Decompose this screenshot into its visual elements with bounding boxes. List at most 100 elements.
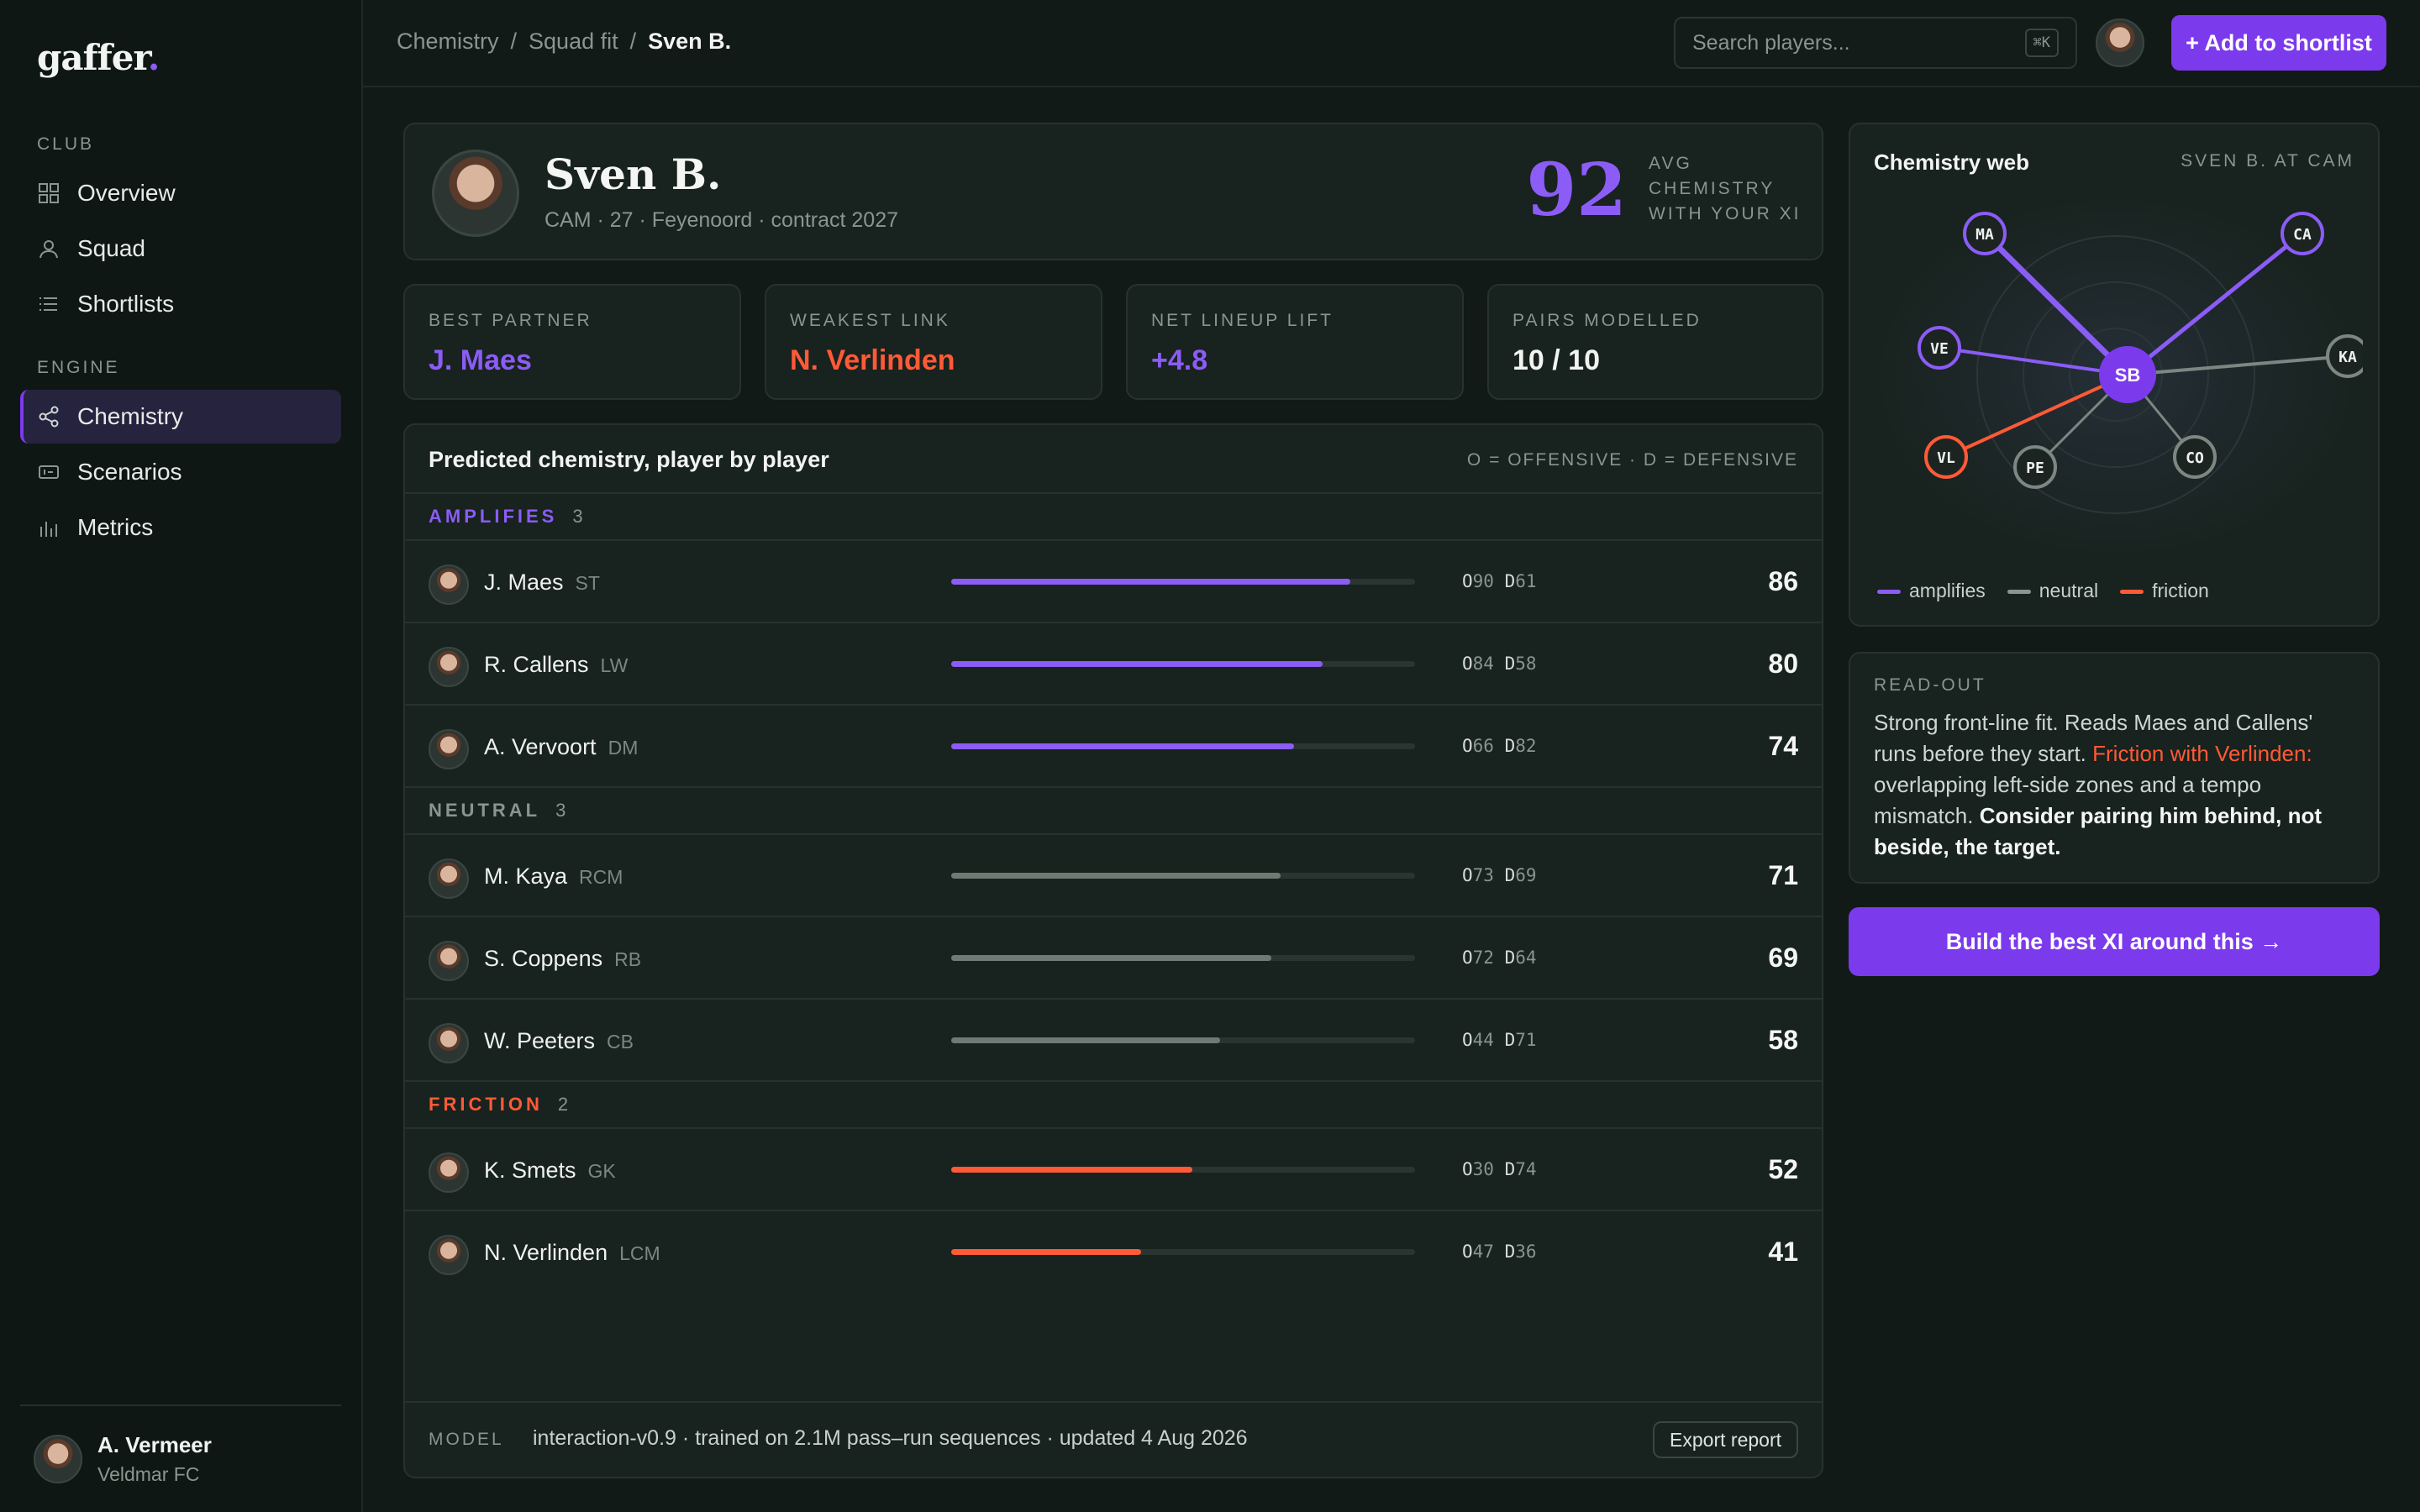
web-node-ka[interactable]: KA [2326, 334, 2363, 378]
table-row[interactable]: J. Maes ST O90 D61 86 [405, 539, 1822, 622]
web-node-ma[interactable]: MA [1963, 212, 2007, 255]
stat-value: J. Maes [429, 344, 532, 376]
avg-chemistry-label: AVG CHEMISTRY WITH YOUR XI [1649, 154, 1802, 223]
avatar[interactable] [2096, 18, 2144, 67]
web-node-pe[interactable]: PE [2013, 445, 2057, 489]
chemistry-bar [951, 743, 1415, 749]
nav-item-overview[interactable]: Overview [20, 166, 341, 220]
model-label: MODEL [429, 1430, 504, 1449]
avatar [34, 1435, 82, 1483]
stat-value: 10 / 10 [1512, 344, 1600, 376]
stat-best-partner: BEST PARTNER J. Maes [403, 284, 741, 400]
model-footer: MODEL interaction-v0.9 · trained on 2.1M… [405, 1401, 1822, 1477]
player-position: LW [600, 654, 629, 676]
nav-label: Overview [77, 180, 176, 206]
web-node-label: KA [2338, 349, 2357, 366]
legend-friction: friction [2120, 580, 2209, 602]
web-node-ve[interactable]: VE [1918, 326, 1961, 370]
table-row[interactable]: A. Vervoort DM O66 D82 74 [405, 704, 1822, 786]
stat-value: +4.8 [1151, 344, 1208, 376]
offensive-defensive-split: O44 D71 [1462, 1030, 1537, 1050]
readout-label: READ-OUT [1874, 675, 1986, 695]
avg-chemistry-score: 92 [1526, 148, 1627, 233]
chemistry-score: 41 [1768, 1236, 1798, 1267]
web-node-center[interactable]: SB [2099, 346, 2156, 403]
stat-label: NET LINEUP LIFT [1151, 311, 1334, 330]
nav-item-squad[interactable]: Squad [20, 222, 341, 276]
breadcrumb-chemistry[interactable]: Chemistry [397, 29, 499, 55]
group-header-amplifies: AMPLIFIES 3 [405, 492, 1822, 539]
group-header-neutral: NEUTRAL 3 [405, 786, 1822, 833]
nav-label: Shortlists [77, 291, 175, 317]
chemistry-bar-fill [951, 1249, 1142, 1255]
avatar [429, 647, 469, 687]
chemistry-score: 71 [1768, 860, 1798, 890]
nav-item-shortlists[interactable]: Shortlists [20, 277, 341, 331]
offensive-defensive-split: O84 D58 [1462, 654, 1537, 674]
chemistry-score: 80 [1768, 648, 1798, 679]
app-logo[interactable]: gaffer. [37, 37, 160, 78]
table-row[interactable]: K. Smets GK O30 D74 52 [405, 1127, 1822, 1210]
breadcrumb-separator: / [510, 29, 518, 54]
table-row[interactable]: M. Kaya RCM O73 D69 71 [405, 833, 1822, 916]
web-node-ca[interactable]: CA [2281, 212, 2324, 255]
readout-card: READ-OUT Strong front-line fit. Reads Ma… [1849, 652, 2380, 884]
nav-item-chemistry[interactable]: Chemistry [20, 390, 341, 444]
player-position: DM [608, 737, 639, 759]
player-name: A. Vervoort DM [484, 734, 639, 759]
chemistry-bar [951, 955, 1415, 961]
search-placeholder: Search players... [1692, 30, 1850, 55]
chemistry-bar-fill [951, 579, 1350, 585]
chemistry-bar-fill [951, 743, 1295, 749]
breadcrumb-squad-fit[interactable]: Squad fit [529, 29, 618, 55]
readout-text: Strong front-line fit. Reads Maes and Ca… [1874, 710, 2323, 859]
breadcrumb: Chemistry / Squad fit / Sven B. [397, 29, 731, 55]
nav-item-metrics[interactable]: Metrics [20, 501, 341, 554]
web-legend: amplifies neutral friction [1877, 580, 2209, 602]
breadcrumb-separator: / [629, 29, 637, 54]
player-position: CB [607, 1031, 634, 1053]
current-user[interactable]: A. Vermeer Veldmar FC [20, 1404, 341, 1512]
player-position: ST [575, 572, 600, 594]
table-row[interactable]: N. Verlinden LCM O47 D36 41 [405, 1210, 1822, 1292]
chemistry-bar-fill [951, 661, 1323, 667]
table-row[interactable]: S. Coppens RB O72 D64 69 [405, 916, 1822, 998]
stat-pairs-modelled: PAIRS MODELLED 10 / 10 [1487, 284, 1823, 400]
list-icon [37, 292, 60, 316]
stat-label: WEAKEST LINK [790, 311, 950, 330]
avatar [429, 729, 469, 769]
grid-icon [37, 181, 60, 205]
share-nodes-icon [37, 405, 60, 428]
offensive-defensive-split: O73 D69 [1462, 865, 1537, 885]
chemistry-bar [951, 1249, 1415, 1255]
ticket-icon [37, 460, 60, 484]
export-report-button[interactable]: Export report [1653, 1421, 1798, 1458]
topbar: Chemistry / Squad fit / Sven B. Search p… [363, 0, 2420, 87]
player-name: Sven B. [544, 150, 722, 199]
stat-label: BEST PARTNER [429, 311, 592, 330]
build-best-xi-button[interactable]: Build the best XI around this → [1849, 907, 2380, 976]
table-row[interactable]: R. Callens LW O84 D58 80 [405, 622, 1822, 704]
stat-net-lineup-lift: NET LINEUP LIFT +4.8 [1126, 284, 1464, 400]
player-position: RB [614, 948, 642, 970]
avatar [429, 941, 469, 981]
web-node-co[interactable]: CO [2173, 435, 2217, 479]
chemistry-web-graph[interactable]: MA CA VE KA VL PE CO SB [1869, 192, 2363, 561]
stat-label: PAIRS MODELLED [1512, 311, 1702, 330]
web-node-vl[interactable]: VL [1924, 435, 1968, 479]
search-input[interactable]: Search players... ⌘K [1674, 17, 2077, 69]
chemistry-score: 52 [1768, 1154, 1798, 1184]
web-node-label: PE [2026, 459, 2044, 477]
section-label-club: CLUB [37, 134, 95, 154]
web-node-label: MA [1975, 226, 1994, 244]
nav-label: Metrics [77, 514, 154, 540]
table-row[interactable]: W. Peeters CB O44 D71 58 [405, 998, 1822, 1080]
table-legend: O = OFFENSIVE · D = DEFENSIVE [1466, 450, 1798, 470]
add-to-shortlist-button[interactable]: + Add to shortlist [2171, 15, 2386, 71]
shortcut-badge: ⌘K [2024, 29, 2059, 57]
player-name: R. Callens LW [484, 652, 629, 677]
nav-item-scenarios[interactable]: Scenarios [20, 445, 341, 499]
player-position: RCM [579, 866, 623, 888]
web-center-label: SB [2115, 365, 2141, 386]
player-position: GK [587, 1160, 616, 1182]
